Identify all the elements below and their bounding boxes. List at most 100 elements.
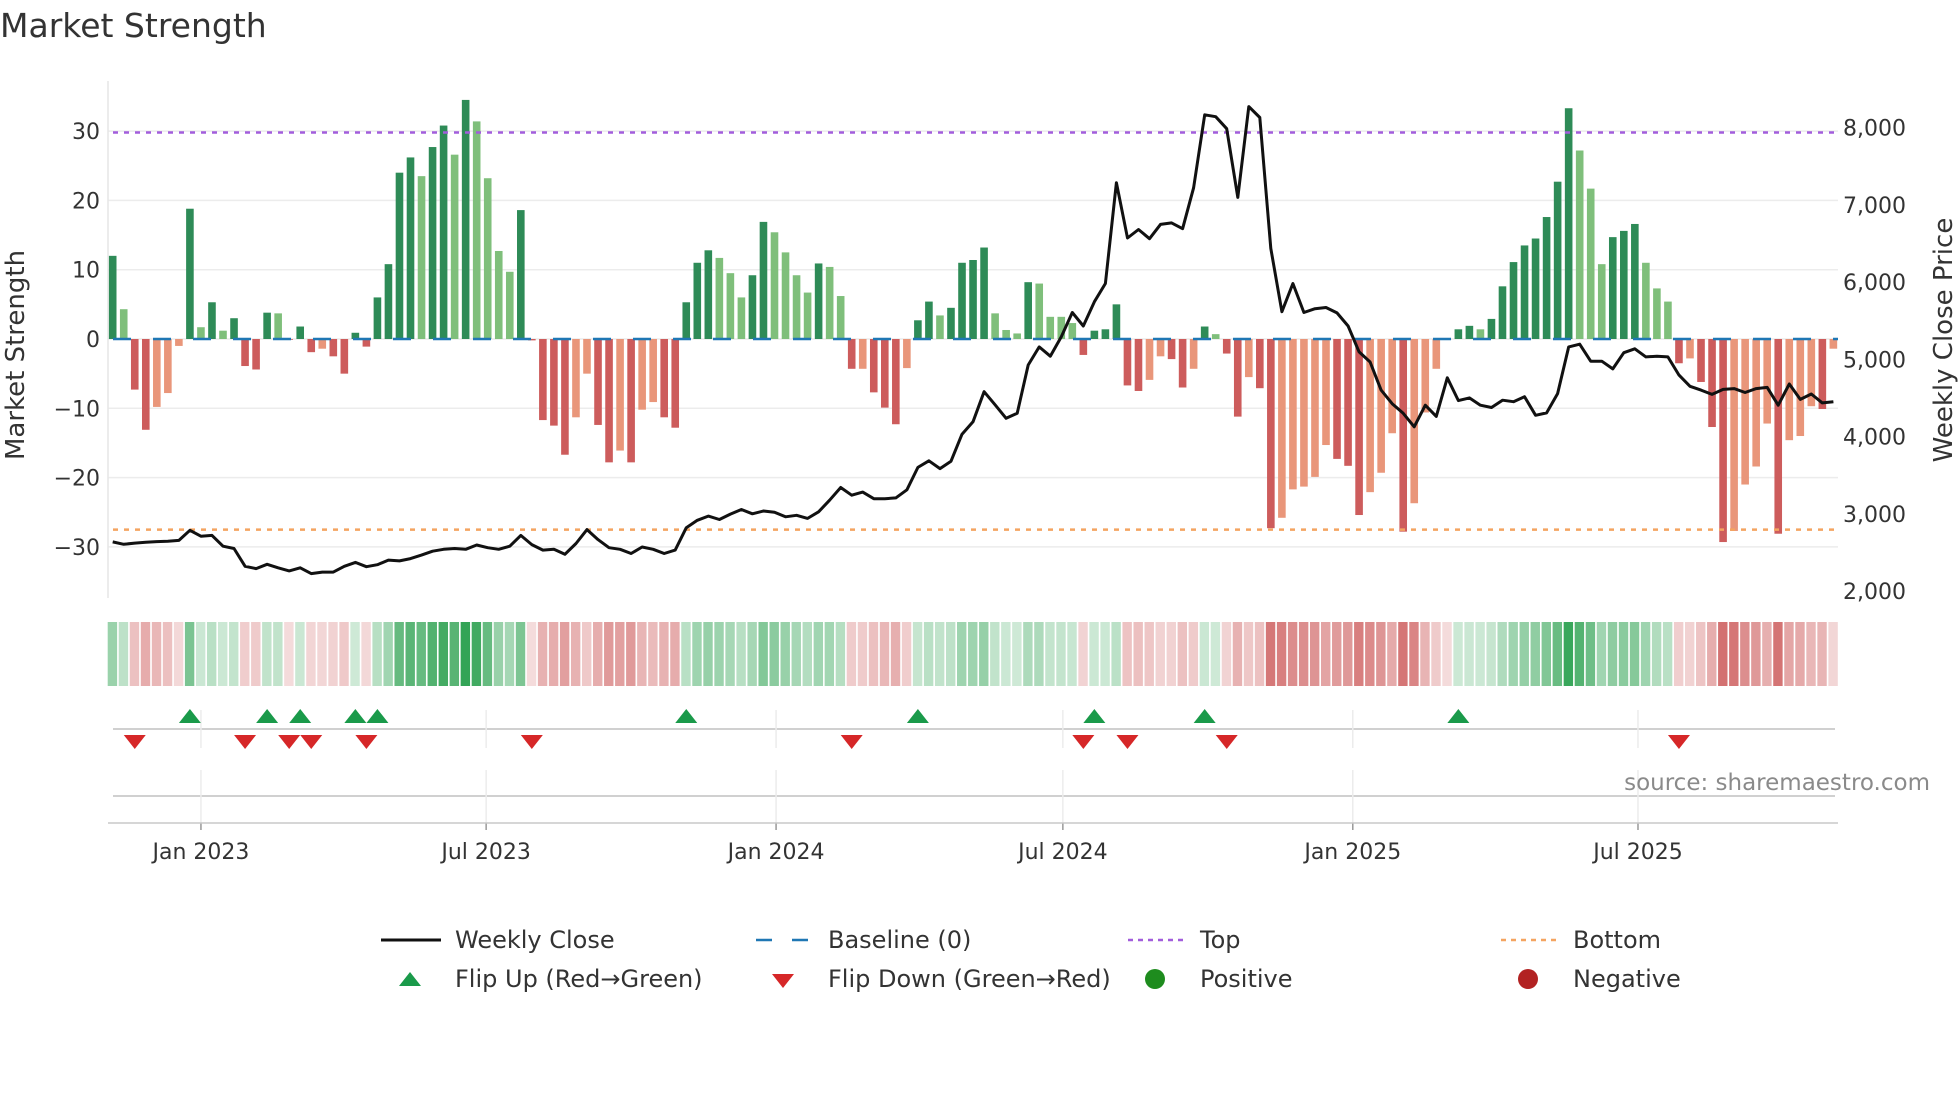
legend-label: Baseline (0) — [828, 926, 972, 954]
flip-down-marker — [1116, 735, 1139, 749]
bar-negative — [1730, 339, 1738, 531]
bar-negative — [1388, 339, 1396, 434]
bar-negative — [583, 339, 591, 374]
bar-positive — [384, 264, 393, 339]
bar-negative — [1233, 339, 1242, 417]
strength-strip-cell — [615, 622, 625, 686]
legend-item-positive: Positive — [1126, 964, 1293, 994]
strength-strip-cell — [1541, 622, 1551, 686]
bar-positive — [1597, 264, 1606, 339]
strength-strip-cell — [1232, 622, 1243, 686]
y-tick-label: 30 — [72, 120, 100, 145]
strength-strip-cell — [945, 622, 956, 686]
strength-strip-cell — [681, 622, 691, 686]
strength-strip-cell — [1552, 622, 1563, 686]
strength-strip-cell — [1618, 622, 1629, 686]
bar-positive — [1465, 325, 1474, 339]
strength-strip-cell — [251, 622, 261, 686]
strength-strip-cell — [813, 622, 824, 686]
bar-negative — [175, 339, 183, 346]
strength-strip-cell — [317, 622, 327, 686]
bar-positive — [803, 292, 812, 339]
bar-positive — [1520, 245, 1529, 339]
bar-positive — [505, 271, 514, 339]
strength-strip-cell — [736, 622, 746, 686]
strength-strip-cell — [857, 622, 868, 686]
strength-strip-cell — [162, 622, 173, 686]
strength-strip-cell — [1298, 622, 1309, 686]
bar-positive — [439, 125, 448, 339]
bar-positive — [263, 312, 271, 339]
strength-strip-cell — [1166, 622, 1176, 686]
strength-strip-cell — [240, 622, 250, 686]
strength-strip-cell — [1431, 622, 1441, 686]
bar-positive — [1211, 334, 1220, 339]
bar-negative — [1145, 339, 1154, 380]
bar-negative — [1244, 339, 1253, 378]
strength-strip-cell — [118, 622, 129, 686]
bar-negative — [318, 339, 327, 349]
strength-strip-cell — [1243, 622, 1254, 686]
market-strength-chart: 30 20 10 0 −10 −20 −30 2,000 3,000 4,000 5,000 6,00… — [1, 81, 1959, 865]
strength-strip-cell — [1718, 622, 1728, 686]
bar-positive — [1564, 108, 1573, 339]
strength-strip-cell — [968, 622, 978, 686]
bar-positive — [1620, 230, 1628, 339]
bar-negative — [1300, 339, 1308, 487]
y2-tick-label: 8,000 — [1843, 117, 1906, 142]
bar-positive — [1200, 326, 1209, 339]
legend-bottom-icon — [1501, 938, 1557, 942]
bar-positive — [825, 266, 834, 339]
strength-strip-cell — [1387, 622, 1397, 686]
strength-strip-cell — [1100, 622, 1110, 686]
strength-strip-cell — [1309, 622, 1320, 686]
bar-positive — [1531, 238, 1540, 339]
legend-label: Negative — [1573, 965, 1681, 993]
strength-strip-cell — [1089, 622, 1099, 686]
bar-negative — [1741, 339, 1749, 485]
bar-negative — [627, 339, 635, 463]
strength-strip-cell — [1023, 622, 1033, 686]
strength-strip-cell — [1287, 622, 1298, 686]
strength-strip-cell — [879, 622, 890, 686]
strength-strip-cell — [1409, 622, 1419, 686]
bar-positive — [428, 147, 437, 339]
bar-negative — [1344, 339, 1352, 466]
bar-negative — [1752, 339, 1760, 467]
strength-strip-cell — [1067, 622, 1077, 686]
legend-positive-icon — [1145, 969, 1165, 989]
bar-negative — [1278, 339, 1286, 518]
strength-strip-cell — [173, 622, 184, 686]
y-tick-label: −20 — [54, 467, 100, 492]
x-tick-label: Jan 2025 — [1302, 840, 1401, 865]
strength-strip-cell — [361, 622, 371, 686]
bar-positive — [186, 208, 194, 339]
strength-strip-cell — [1519, 622, 1529, 686]
strength-strip-cell — [1354, 622, 1364, 686]
strength-strip-cell — [747, 622, 757, 686]
bar-positive — [406, 157, 415, 339]
bar-positive — [1002, 329, 1010, 339]
strength-strip-cell — [1144, 622, 1154, 686]
bar-positive — [450, 154, 459, 339]
strength-strip-cell — [868, 622, 879, 686]
strength-strip-cell — [1795, 622, 1805, 686]
flip-up-marker — [178, 709, 201, 723]
bar-negative — [307, 339, 316, 353]
strength-strip-cell — [1817, 622, 1827, 686]
bar-positive — [296, 326, 305, 339]
strength-strip-cell — [1464, 622, 1474, 686]
strength-strip-cell — [1673, 622, 1684, 686]
y2-tick-label: 4,000 — [1843, 426, 1906, 451]
strength-strip-cell — [1332, 622, 1342, 686]
bar-positive — [274, 313, 282, 339]
bar-positive — [230, 318, 238, 339]
bar-positive — [914, 320, 922, 339]
legend-item-flip-down: Flip Down (Green→Red) — [754, 964, 1111, 994]
bar-negative — [1311, 339, 1319, 477]
bar-negative — [1333, 339, 1341, 459]
strength-strip-cell — [1707, 622, 1717, 686]
strength-strip-cell — [1012, 622, 1022, 686]
bar-negative — [572, 339, 580, 418]
strength-strip-cell — [1155, 622, 1165, 686]
